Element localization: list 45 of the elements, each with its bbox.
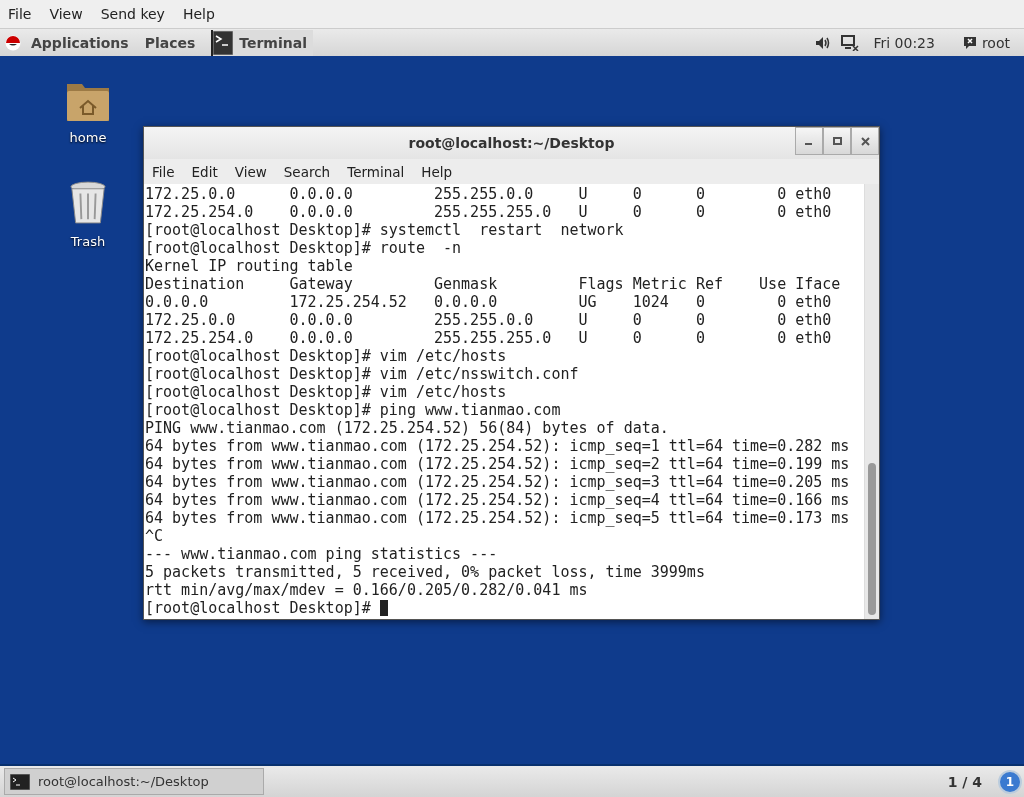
terminal-line: 172.25.254.0 0.0.0.0 255.255.255.0 U 0 0 0 eth0 [145, 329, 833, 347]
notification-badge[interactable]: 1 [998, 769, 1022, 794]
menu-item[interactable]: View [49, 6, 83, 22]
terminal-line: 64 bytes from www.tianmao.com (172.25.254.52): icmp_seq=1 ttl=64 time=0.282 ms [145, 437, 851, 455]
terminal-line: [root@localhost Desktop]# route -n [145, 239, 463, 257]
workspace-indicator[interactable]: 1 / 4 [947, 773, 982, 790]
applications-menu[interactable]: Applications [31, 34, 129, 51]
terminal-line: ^C [145, 527, 165, 545]
desktop-icon-label[interactable]: Trash [70, 234, 106, 249]
places-menu[interactable]: Places [144, 34, 196, 51]
menu-item[interactable]: Send key [100, 6, 165, 22]
terminal-line: 64 bytes from www.tianmao.com (172.25.254.52): icmp_seq=4 ttl=64 time=0.166 ms [145, 491, 851, 509]
shell-prompt: [root@localhost Desktop]# [145, 599, 371, 617]
terminal-line: 64 bytes from www.tianmao.com (172.25.254.52): icmp_seq=5 ttl=64 time=0.173 ms [145, 509, 851, 527]
terminal-line: 64 bytes from www.tianmao.com (172.25.254.52): icmp_seq=2 ttl=64 time=0.199 ms [145, 455, 851, 473]
terminal-line: 172.25.254.0 0.0.0.0 255.255.255.0 U 0 0 0 eth0 [145, 203, 833, 221]
menu-item[interactable]: View [234, 163, 267, 180]
terminal-line: [root@localhost Desktop]# vim /etc/hosts [145, 347, 508, 365]
terminal-line: 172.25.0.0 0.0.0.0 255.255.0.0 U 0 0 0 eth0 [145, 311, 833, 329]
terminal-line: [root@localhost Desktop]# vim /etc/hosts [145, 383, 508, 401]
menu-item[interactable]: Help [421, 163, 453, 180]
terminal-line: 5 packets transmitted, 5 received, 0% packet loss, time 3999ms [145, 563, 706, 581]
terminal-line: [root@localhost Desktop]# systemctl restart network [145, 221, 625, 239]
clock[interactable]: Fri 00:23 [873, 34, 935, 51]
menu-item[interactable]: File [152, 163, 175, 180]
terminal-line: PING www.tianmao.com (172.25.254.52) 56(84) bytes of data. [145, 419, 670, 437]
terminal-line: rtt min/avg/max/mdev = 0.166/0.205/0.282/0.041 ms [145, 581, 589, 599]
menu-item[interactable]: Terminal [347, 163, 405, 180]
menu-item[interactable]: Edit [191, 163, 218, 180]
taskbar-window-button[interactable]: root@localhost:~/Desktop [4, 768, 264, 795]
terminal-line: Destination Gateway Genmask Flags Metric Ref Use Iface [145, 275, 842, 293]
terminal-line: 64 bytes from www.tianmao.com (172.25.254.52): icmp_seq=3 ttl=64 time=0.205 ms [145, 473, 851, 491]
terminal-line: 0.0.0.0 172.25.254.52 0.0.0.0 UG 1024 0 0 eth0 [145, 293, 833, 311]
menu-item[interactable]: Help [182, 6, 215, 22]
desktop-icon-label[interactable]: home [69, 130, 107, 145]
window-title: root@localhost:~/Desktop [408, 135, 615, 151]
terminal-line: [root@localhost Desktop]# vim /etc/nsswitch.conf [145, 365, 580, 383]
user-menu[interactable]: root [962, 34, 1010, 51]
terminal-line: 172.25.0.0 0.0.0.0 255.255.0.0 U 0 0 0 eth0 [145, 185, 833, 203]
active-app-button[interactable]: Terminal [211, 29, 313, 56]
terminal-line: [root@localhost Desktop]# ping www.tianmao.com [145, 401, 562, 419]
terminal-line: --- www.tianmao.com ping statistics --- [145, 545, 499, 563]
menu-item[interactable]: Search [283, 163, 331, 180]
terminal-line: Kernel IP routing table [145, 257, 354, 275]
menu-item[interactable]: File [8, 6, 32, 22]
